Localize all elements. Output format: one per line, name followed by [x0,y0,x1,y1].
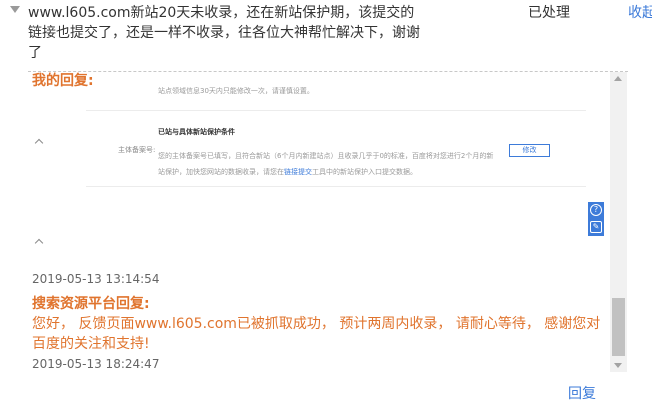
embedded-divider [86,110,586,111]
embedded-field-label: 主体备案号: [118,146,156,154]
platform-reply-timestamp: 2019-05-13 18:24:47 [32,357,160,371]
embedded-body-text-end: 工具中的新站保护入口提交数据。 [312,168,417,176]
status-label: 已处理 [528,5,570,21]
reply-panel[interactable]: 我的回复: 站点领域信息30天内只能修改一次，请谨慎设置。 已站与具体新站保护条… [28,72,626,372]
reply-link[interactable]: 回复 [568,385,596,403]
platform-reply-label: 搜索资源平台回复: [32,296,150,312]
corner-triangle-icon [10,6,20,13]
platform-reply-text: 您好， 反馈页面www.l605.com已被抓取成功， 预计两周内收录， 请耐心… [32,316,601,352]
embedded-edit-button: 修改 [509,144,550,157]
help-icon[interactable]: ? [590,204,602,216]
scroll-down-arrow-icon[interactable] [614,363,622,368]
edit-icon[interactable]: ✎ [590,221,602,233]
chevron-up-icon[interactable] [34,138,44,148]
question-text: www.l605.com新站20天未收录，还在新站保护期，该提交的链接也提交了，… [28,5,420,61]
embedded-divider-bottom [86,186,586,187]
chevron-up-icon[interactable] [34,238,44,248]
reply-panel-scrollbar[interactable] [610,72,627,372]
side-toolbar: ? ✎ [588,202,604,236]
embedded-title: 已站与具体新站保护条件 [158,128,235,136]
embedded-body-link: 链接提交 [284,168,312,176]
scroll-up-arrow-icon[interactable] [614,76,622,81]
collapse-link[interactable]: 收起 [628,3,652,23]
embedded-body: 您的主体备案号已填写，且符合新站（6个月内新建站点）且收录几乎于0的标准，百度将… [158,148,498,180]
embedded-note: 站点领域信息30天内只能修改一次，请谨慎设置。 [158,87,314,95]
my-reply-timestamp: 2019-05-13 13:14:54 [32,272,160,286]
my-reply-label: 我的回复: [32,73,94,89]
scroll-thumb[interactable] [612,298,625,356]
